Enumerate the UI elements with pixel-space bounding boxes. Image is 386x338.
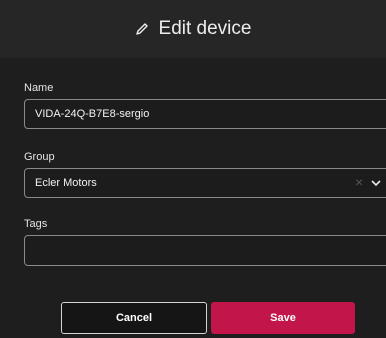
chevron-down-icon[interactable] [370, 177, 382, 189]
dialog-title: Edit device [158, 18, 252, 39]
group-label: Group [24, 151, 55, 163]
save-button[interactable]: Save [211, 302, 355, 334]
group-select[interactable]: Ecler Motors × [24, 168, 386, 198]
cancel-button[interactable]: Cancel [61, 302, 207, 334]
group-value: Ecler Motors [35, 177, 97, 189]
tags-label: Tags [24, 218, 48, 230]
cancel-button-label: Cancel [115, 312, 153, 324]
pencil-icon [135, 23, 148, 35]
clear-icon[interactable]: × [355, 174, 363, 190]
name-value: VIDA-24Q-B7E8-sergio [35, 108, 150, 120]
name-label: Name [24, 82, 54, 94]
save-button-label: Save [270, 312, 296, 324]
name-input[interactable]: VIDA-24Q-B7E8-sergio [24, 99, 386, 129]
dialog-title-row: Edit device [0, 14, 386, 44]
tags-input[interactable] [24, 235, 386, 266]
